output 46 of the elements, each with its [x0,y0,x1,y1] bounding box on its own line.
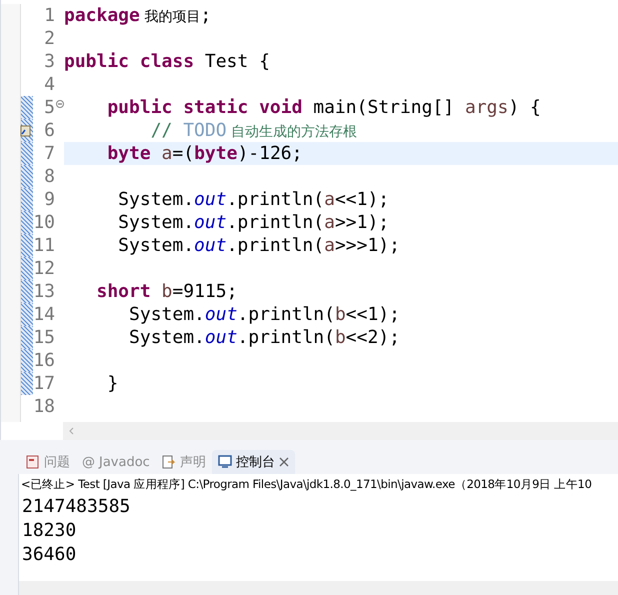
monitor-icon [218,455,232,469]
console-output: 2147483585 [21,495,132,519]
line-number: 8 [43,166,55,187]
console-output: 18230 [21,519,78,543]
line-number: 5 [43,97,55,118]
code-line: } [106,373,118,394]
code-line: System.out.println(a>>>1); [117,235,400,256]
close-icon[interactable] [278,457,289,467]
horizontal-scrollbar[interactable] [63,422,618,440]
problems-icon [26,455,40,469]
horizontal-scrollbar[interactable] [19,581,618,595]
console-header: <已终止> Test [Java 应用程序] C:\Program Files\Java\jdk1.8.0_171\bin\javaw.exe（2018年10月9日 上午10 [20,476,593,493]
line-number: 11 [32,235,55,256]
line-number: 13 [32,281,55,302]
view-tab[interactable]: 问题 [20,450,76,474]
line-number: 9 [43,189,55,210]
collapse-icon[interactable] [56,100,64,108]
document-icon [162,455,176,469]
view-tab[interactable]: 声明 [156,450,212,474]
code-line: public static void main(String[] args) { [106,97,541,118]
code-line: // TODO 自动生成的方法存根 [150,120,358,141]
line-number: 2 [43,28,55,49]
console-output: 36460 [21,543,78,567]
view-tab[interactable]: 控制台 [212,450,295,474]
code-editor[interactable] [0,0,618,440]
code-line: public class Test { [64,51,270,72]
code-line: byte a=(byte)-126; [106,143,302,164]
code-line: System.out.println(b<<1); [128,304,400,325]
line-number: 1 [43,5,55,26]
line-number: 14 [32,304,55,325]
line-number: 7 [43,143,55,164]
view-tab[interactable]: @ Javadoc [76,450,156,474]
line-number: 17 [32,373,55,394]
line-number: 10 [32,212,55,233]
line-number: 4 [43,74,55,95]
code-line: System.out.println(b<<2); [128,327,400,348]
line-number: 18 [32,396,55,417]
code-line: short b=9115; [96,281,238,302]
code-line: System.out.println(a<<1); [117,189,390,210]
line-number: 6 [43,120,55,141]
line-number: 3 [43,51,55,72]
code-line: System.out.println(a>>1); [117,212,390,233]
line-number: 16 [32,350,55,371]
line-number: 12 [32,258,55,279]
line-number: 15 [32,327,55,348]
code-line: package 我的项目; [64,5,212,26]
